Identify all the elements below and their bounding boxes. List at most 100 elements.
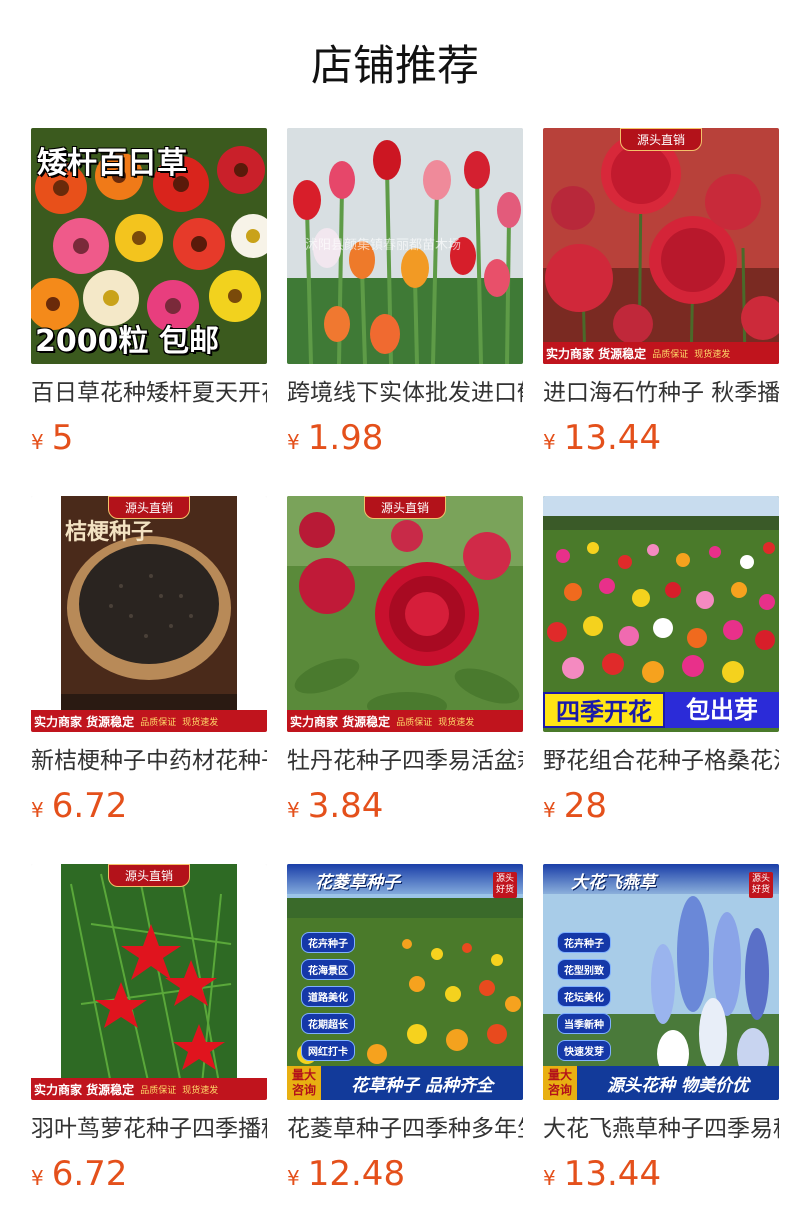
product-card[interactable]: 矮杆百日草 2000粒 包邮 百日草花种矮杆夏天开花 ¥5 <box>31 128 267 496</box>
promo-bar: 实力商家 货源稳定 品质保证 现货速发 <box>543 342 779 364</box>
product-price: ¥12.48 <box>287 1150 523 1198</box>
product-grid: 矮杆百日草 2000粒 包邮 百日草花种矮杆夏天开花 ¥5 沭阳县颜集镇春丽都苗… <box>31 128 779 1232</box>
promo-banner: 四季开花 包出芽 <box>543 692 779 728</box>
currency-symbol: ¥ <box>287 798 300 822</box>
feature-item: 当季新种 <box>557 1013 611 1034</box>
bulk-inquiry-badge: 量大咨询 <box>543 1066 577 1100</box>
product-name: 进口海石竹种子 秋季播种 <box>543 380 779 406</box>
price-value: 12.48 <box>307 1154 406 1194</box>
price-value: 13.44 <box>563 1154 662 1194</box>
product-card[interactable]: 桔梗种子 源头直销 实力商家 货源稳定 品质保证 现货速发 新桔梗种子中药材花种… <box>31 496 267 864</box>
feature-item: 快速发芽 <box>557 1040 611 1061</box>
product-name: 大花飞燕草种子四季易种 <box>543 1116 779 1142</box>
product-image: 桔梗种子 源头直销 实力商家 货源稳定 品质保证 现货速发 <box>31 496 267 732</box>
product-name: 羽叶茑萝花种子四季播种 <box>31 1116 267 1142</box>
product-image: 四季开花 包出芽 <box>543 496 779 732</box>
product-name: 花菱草种子四季种多年生 <box>287 1116 523 1142</box>
promo-banner-right: 包出芽 <box>665 692 779 728</box>
store-recommendation-page: 店铺推荐 矮杆百日草 2000粒 包邮 百日草花种矮杆夏天开花 ¥ 5 沭阳县颜… <box>0 0 790 1232</box>
bulk-inquiry-badge: 量大咨询 <box>287 1066 321 1100</box>
product-card[interactable]: 大花飞燕草 源头好货 花卉种子 花型别致 花坛美化 当季新种 快速发芽 量大咨询… <box>543 864 779 1232</box>
price-value: 28 <box>563 786 607 826</box>
product-name: 野花组合花种子格桑花混合 <box>543 748 779 774</box>
product-name: 百日草花种矮杆夏天开花 <box>31 380 267 406</box>
image-overlay-title: 矮杆百日草 <box>37 146 187 181</box>
ribbon-source-direct: 源头直销 <box>107 496 191 519</box>
promo-bar-main: 实力商家 货源稳定 <box>34 1082 135 1097</box>
product-card[interactable]: 四季开花 包出芽 野花组合花种子格桑花混合 ¥28 <box>543 496 779 864</box>
product-image: 源头直销 实力商家 货源稳定 品质保证 现货速发 <box>287 496 523 732</box>
price-value: 6.72 <box>51 1154 128 1194</box>
promo-bar-tag: 现货速发 <box>182 1085 219 1096</box>
currency-symbol: ¥ <box>31 798 44 822</box>
product-image: 源头直销 实力商家 货源稳定 品质保证 现货速发 <box>31 864 267 1100</box>
currency-symbol: ¥ <box>31 1166 44 1190</box>
product-price: ¥6.72 <box>31 782 267 830</box>
feature-list: 花卉种子 花型别致 花坛美化 当季新种 快速发芽 <box>557 932 611 1061</box>
corner-tag: 源头好货 <box>749 872 773 898</box>
price-value: 5 <box>51 418 74 458</box>
currency-symbol: ¥ <box>31 430 44 454</box>
product-price: ¥6.72 <box>31 1150 267 1198</box>
promo-bar: 实力商家 货源稳定 品质保证 现货速发 <box>31 1078 267 1100</box>
feature-item: 花型别致 <box>557 959 611 980</box>
currency-symbol: ¥ <box>543 430 556 454</box>
currency-symbol: ¥ <box>287 1166 300 1190</box>
product-card[interactable]: 源头直销 实力商家 货源稳定 品质保证 现货速发 羽叶茑萝花种子四季播种 ¥6.… <box>31 864 267 1232</box>
promo-slogan: 源头花种 物美价优 <box>607 1075 749 1096</box>
promo-bar-tag: 现货速发 <box>438 717 475 728</box>
price-value: 3.84 <box>307 786 384 826</box>
promo-bar-main: 实力商家 货源稳定 <box>290 714 391 729</box>
feature-item: 花期超长 <box>301 1013 355 1034</box>
feature-item: 道路美化 <box>301 986 355 1007</box>
image-overlay-promo: 2000粒 包邮 <box>35 324 219 359</box>
image-overlay-title: 大花飞燕草 <box>571 873 656 893</box>
promo-bar-tag: 品质保证 <box>652 349 689 360</box>
promo-bar-tag: 现货速发 <box>694 349 731 360</box>
promo-slogan-bar: 量大咨询 源头花种 物美价优 <box>543 1066 779 1100</box>
currency-symbol: ¥ <box>543 1166 556 1190</box>
image-overlay-title: 花菱草种子 <box>315 873 400 893</box>
promo-bar: 实力商家 货源稳定 品质保证 现货速发 <box>31 710 267 732</box>
price-value: 13.44 <box>563 418 662 458</box>
product-price: ¥28 <box>543 782 779 830</box>
image-watermark: 沭阳县颜集镇春丽都苗木场 <box>305 238 462 253</box>
price-value: 1.98 <box>307 418 384 458</box>
product-image: 矮杆百日草 2000粒 包邮 <box>31 128 267 364</box>
promo-bar-tag: 现货速发 <box>182 717 219 728</box>
product-name: 跨境线下实体批发进口郁金香 <box>287 380 523 406</box>
currency-symbol: ¥ <box>287 430 300 454</box>
promo-banner-left: 四季开花 <box>543 692 665 728</box>
product-image: 沭阳县颜集镇春丽都苗木场 <box>287 128 523 364</box>
promo-slogan: 花草种子 品种齐全 <box>351 1075 493 1096</box>
promo-bar-main: 实力商家 货源稳定 <box>546 346 647 361</box>
product-card[interactable]: 源头直销 实力商家 货源稳定 品质保证 现货速发 进口海石竹种子 秋季播种 ¥1… <box>543 128 779 496</box>
product-card[interactable]: 沭阳县颜集镇春丽都苗木场 跨境线下实体批发进口郁金香 ¥1.98 <box>287 128 523 496</box>
product-price: ¥13.44 <box>543 1150 779 1198</box>
promo-bar-tag: 品质保证 <box>396 717 433 728</box>
feature-item: 花海景区 <box>301 959 355 980</box>
product-card[interactable]: 花菱草种子 源头好货 花卉种子 花海景区 道路美化 花期超长 网红打卡 量大咨询… <box>287 864 523 1232</box>
promo-bar-main: 实力商家 货源稳定 <box>34 714 135 729</box>
product-image: 源头直销 实力商家 货源稳定 品质保证 现货速发 <box>543 128 779 364</box>
feature-item: 网红打卡 <box>301 1040 355 1061</box>
product-price: ¥5 <box>31 414 267 462</box>
page-title: 店铺推荐 <box>310 41 479 90</box>
ribbon-source-direct: 源头直销 <box>619 128 703 151</box>
feature-item: 花坛美化 <box>557 986 611 1007</box>
promo-bar-tag: 品质保证 <box>140 717 177 728</box>
product-name: 牡丹花种子四季易活盆栽 <box>287 748 523 774</box>
product-image: 花菱草种子 源头好货 花卉种子 花海景区 道路美化 花期超长 网红打卡 量大咨询… <box>287 864 523 1100</box>
feature-list: 花卉种子 花海景区 道路美化 花期超长 网红打卡 <box>301 932 355 1061</box>
corner-tag: 源头好货 <box>493 872 517 898</box>
price-value: 6.72 <box>51 786 128 826</box>
promo-bar: 实力商家 货源稳定 品质保证 现货速发 <box>287 710 523 732</box>
ribbon-source-direct: 源头直销 <box>107 864 191 887</box>
product-price: ¥13.44 <box>543 414 779 462</box>
feature-item: 花卉种子 <box>557 932 611 953</box>
product-name: 新桔梗种子中药材花种子 <box>31 748 267 774</box>
promo-slogan-bar: 量大咨询 花草种子 品种齐全 <box>287 1066 523 1100</box>
product-price: ¥3.84 <box>287 782 523 830</box>
ribbon-source-direct: 源头直销 <box>363 496 447 519</box>
product-card[interactable]: 源头直销 实力商家 货源稳定 品质保证 现货速发 牡丹花种子四季易活盆栽 ¥3.… <box>287 496 523 864</box>
